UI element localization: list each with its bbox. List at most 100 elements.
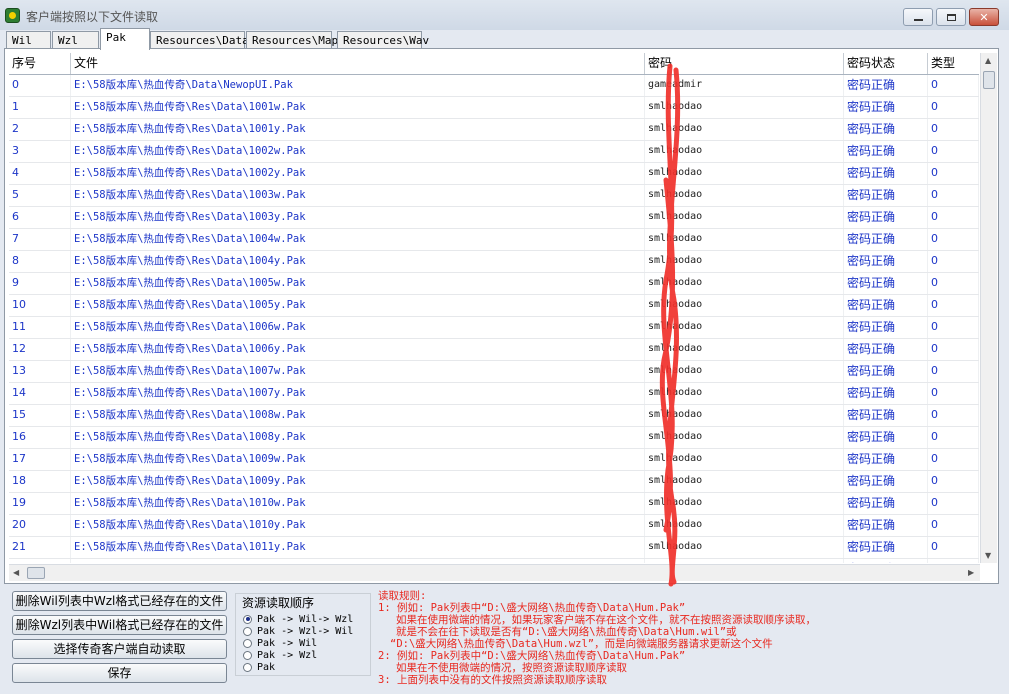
table-row[interactable]: 10 E:\58版本库\热血传奇\Res\Data\1005y.Pak smlhao… [9, 295, 979, 317]
table-row[interactable]: 22E:\58版本库\热血传奇\Res\Data\1012w.Paksmlhao… [9, 559, 979, 563]
cell-password: smlhaodao [645, 229, 844, 250]
col-password[interactable]: 密码 [645, 53, 844, 74]
table-row[interactable]: 2 E:\58版本库\热血传奇\Res\Data\1001y.Pak smlhaod… [9, 119, 979, 141]
cell-file: E:\58版本库\热血传奇\Res\Data\1003w.Pak [71, 185, 645, 206]
file-list[interactable]: 序号 文件 密码 密码状态 类型 0 E:\58版本库\热血传奇\Data\New… [9, 53, 979, 563]
cell-file: E:\58版本库\热血传奇\Res\Data\1010w.Pak [71, 493, 645, 514]
horizontal-scroll-thumb[interactable] [27, 567, 45, 579]
cell-password: smlhaodao [645, 207, 844, 228]
cell-index: 9 [9, 273, 71, 294]
table-row[interactable]: 19 E:\58版本库\热血传奇\Res\Data\1010w.Pak smlhao… [9, 493, 979, 515]
read-order-option-4[interactable]: Pak [243, 661, 275, 673]
select-client-button[interactable]: 选择传奇客户端自动读取 [12, 639, 227, 659]
cell-file: E:\58版本库\热血传奇\Res\Data\1007w.Pak [71, 361, 645, 382]
table-row[interactable]: 0 E:\58版本库\热血传奇\Data\NewopUI.Pak gameadmir… [9, 75, 979, 97]
delete-wil-duplicates-button[interactable]: 删除Wil列表中Wzl格式已经存在的文件 [12, 591, 227, 611]
cell-index: 0 [9, 75, 71, 96]
table-row[interactable]: 5 E:\58版本库\热血传奇\Res\Data\1003w.Pak smlhaod… [9, 185, 979, 207]
tab-wil[interactable]: Wil [6, 31, 51, 49]
cell-index: 10 [9, 295, 71, 316]
cell-password: smlhaodao [645, 427, 844, 448]
table-row[interactable]: 18 E:\58版本库\热血传奇\Res\Data\1009y.Pak smlhao… [9, 471, 979, 493]
read-order-option-1[interactable]: Pak -> Wzl-> Wil [243, 625, 353, 637]
cell-type: 0 [928, 559, 979, 563]
cell-index: 2 [9, 119, 71, 140]
col-type[interactable]: 类型 [928, 53, 979, 74]
cell-index: 13 [9, 361, 71, 382]
rule-line-2: 如果在使用微端的情况，如果玩家客户端不存在这个文件，就不在按照资源读取顺序读取， [396, 614, 816, 626]
tab-wzl[interactable]: Wzl [52, 31, 99, 49]
cell-type: 0 [928, 427, 979, 448]
cell-index: 19 [9, 493, 71, 514]
cell-type: 0 [928, 273, 979, 294]
table-row[interactable]: 11 E:\58版本库\热血传奇\Res\Data\1006w.Pak smlhao… [9, 317, 979, 339]
cell-type: 0 [928, 405, 979, 426]
cell-type: 0 [928, 361, 979, 382]
cell-type: 0 [928, 383, 979, 404]
cell-file: E:\58版本库\热血传奇\Res\Data\1002y.Pak [71, 163, 645, 184]
table-row[interactable]: 15 E:\58版本库\热血传奇\Res\Data\1008w.Pak smlhao… [9, 405, 979, 427]
table-row[interactable]: 1 E:\58版本库\热血传奇\Res\Data\1001w.Pak smlhaod… [9, 97, 979, 119]
cell-password-status: 密码正确 [844, 361, 928, 382]
scroll-right-icon[interactable]: ▶ [968, 568, 974, 577]
read-order-option-2[interactable]: Pak -> Wil [243, 637, 317, 649]
vertical-scrollbar[interactable]: ▲ ▼ [980, 53, 997, 563]
cell-type: 0 [928, 185, 979, 206]
table-row[interactable]: 12 E:\58版本库\热血传奇\Res\Data\1006y.Pak smlhao… [9, 339, 979, 361]
table-row[interactable]: 6 E:\58版本库\热血传奇\Res\Data\1003y.Pak smlhaod… [9, 207, 979, 229]
col-index[interactable]: 序号 [9, 53, 71, 74]
cell-file: E:\58版本库\热血传奇\Res\Data\1001w.Pak [71, 97, 645, 118]
table-row[interactable]: 7 E:\58版本库\热血传奇\Res\Data\1004w.Pak smlhaod… [9, 229, 979, 251]
tab-resources-data[interactable]: Resources\Data [150, 31, 249, 49]
cell-password: smlhaodao [645, 493, 844, 514]
maximize-button[interactable] [936, 8, 966, 26]
cell-file: E:\58版本库\热血传奇\Res\Data\1006y.Pak [71, 339, 645, 360]
cell-type: 0 [928, 75, 979, 96]
cell-file: E:\58版本库\热血传奇\Res\Data\1008y.Pak [71, 427, 645, 448]
cell-password: smlhaodao [645, 383, 844, 404]
table-row[interactable]: 4 E:\58版本库\热血传奇\Res\Data\1002y.Pak smlhaod… [9, 163, 979, 185]
delete-wzl-duplicates-button[interactable]: 删除Wzl列表中Wil格式已经存在的文件 [12, 615, 227, 635]
table-row[interactable]: 9 E:\58版本库\热血传奇\Res\Data\1005w.Pak smlhaod… [9, 273, 979, 295]
cell-index: 4 [9, 163, 71, 184]
cell-file: E:\58版本库\热血传奇\Res\Data\1010y.Pak [71, 515, 645, 536]
table-row[interactable]: 21 E:\58版本库\热血传奇\Res\Data\1011y.Pak smlhao… [9, 537, 979, 559]
cell-index: 18 [9, 471, 71, 492]
cell-index: 15 [9, 405, 71, 426]
cell-password-status: 密码正确 [844, 339, 928, 360]
table-row[interactable]: 20 E:\58版本库\热血传奇\Res\Data\1010y.Pak smlhao… [9, 515, 979, 537]
table-row[interactable]: 13 E:\58版本库\热血传奇\Res\Data\1007w.Pak smlhao… [9, 361, 979, 383]
close-button[interactable]: ✕ [969, 8, 999, 26]
table-row[interactable]: 14 E:\58版本库\热血传奇\Res\Data\1007y.Pak smlhao… [9, 383, 979, 405]
cell-index: 3 [9, 141, 71, 162]
col-file[interactable]: 文件 [71, 53, 645, 74]
read-order-option-3[interactable]: Pak -> Wzl [243, 649, 317, 661]
cell-password-status: 密码正确 [844, 185, 928, 206]
app-icon [5, 8, 20, 23]
col-password-status[interactable]: 密码状态 [844, 53, 928, 74]
scroll-down-icon[interactable]: ▼ [985, 551, 991, 560]
tab-resources-map[interactable]: Resources\Map [246, 31, 338, 49]
minimize-button[interactable] [903, 8, 933, 26]
save-button[interactable]: 保存 [12, 663, 227, 683]
table-row[interactable]: 8 E:\58版本库\热血传奇\Res\Data\1004y.Pak smlhaod… [9, 251, 979, 273]
cell-type: 0 [928, 449, 979, 470]
table-row[interactable]: 3 E:\58版本库\热血传奇\Res\Data\1002w.Pak smlhaod… [9, 141, 979, 163]
table-row[interactable]: 16 E:\58版本库\热血传奇\Res\Data\1008y.Pak smlhao… [9, 427, 979, 449]
list-header: 序号 文件 密码 密码状态 类型 [9, 53, 979, 75]
rules-title: 读取规则: [378, 590, 427, 602]
vertical-scroll-thumb[interactable] [983, 71, 995, 89]
cell-index: 1 [9, 97, 71, 118]
cell-file: E:\58版本库\热血传奇\Res\Data\1003y.Pak [71, 207, 645, 228]
cell-file: E:\58版本库\热血传奇\Res\Data\1004y.Pak [71, 251, 645, 272]
tab-pak[interactable]: Pak [100, 28, 150, 50]
cell-type: 0 [928, 471, 979, 492]
rule-line-5: 2: 例如: Pak列表中“D:\盛大网络\热血传奇\Data\Hum.Pak” [378, 650, 686, 662]
table-row[interactable]: 17 E:\58版本库\热血传奇\Res\Data\1009w.Pak smlhao… [9, 449, 979, 471]
read-order-option-0[interactable]: Pak -> Wil-> Wzl [243, 613, 353, 625]
horizontal-scrollbar[interactable]: ◀ ▶ [9, 564, 980, 581]
scroll-up-icon[interactable]: ▲ [985, 56, 991, 65]
cell-password: smlhaodao [645, 537, 844, 558]
scroll-left-icon[interactable]: ◀ [13, 568, 19, 577]
tab-resources-wav[interactable]: Resources\Wav [337, 31, 429, 49]
